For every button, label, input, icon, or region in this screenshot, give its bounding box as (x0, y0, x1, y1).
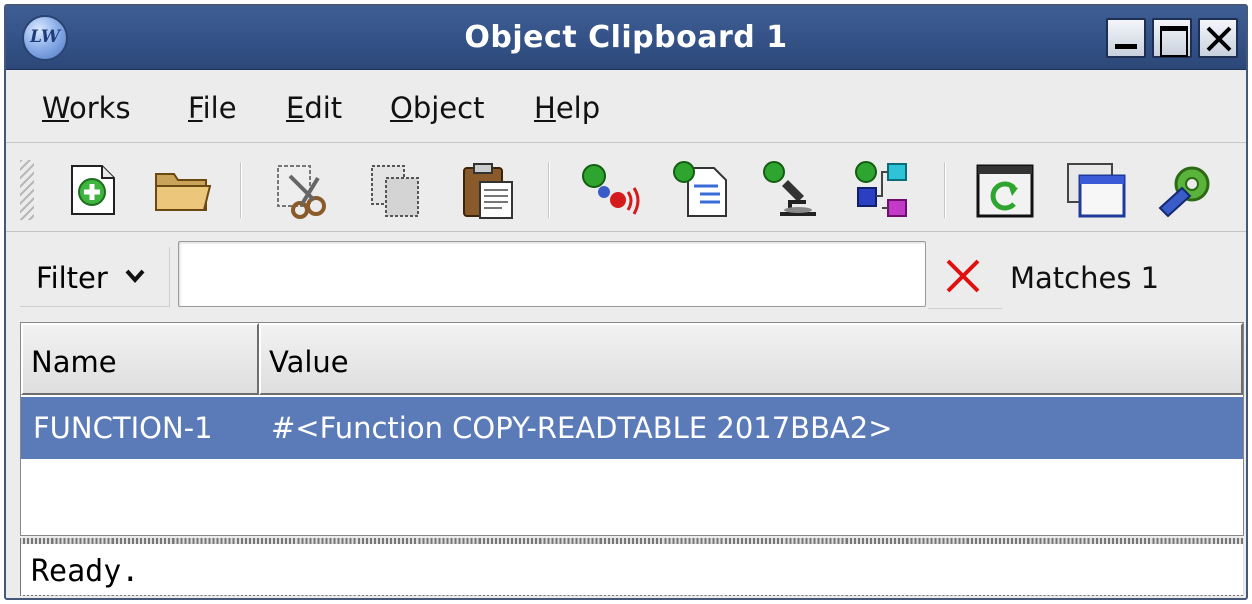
filter-input[interactable] (178, 241, 926, 307)
maximize-button[interactable] (1152, 18, 1192, 58)
inspect-button[interactable] (760, 158, 824, 222)
open-folder-icon (155, 173, 212, 211)
menu-help[interactable]: Help (534, 91, 600, 125)
menu-edit-label: dit (304, 91, 343, 125)
menu-object-label: bject (412, 91, 485, 125)
menu-file[interactable]: File (188, 91, 237, 125)
broadcast-button[interactable] (578, 158, 642, 222)
broadcast-icon (582, 164, 640, 215)
status-text: Ready. (31, 554, 140, 589)
column-header-name[interactable]: Name (21, 323, 259, 395)
cut-button[interactable] (270, 158, 334, 222)
close-icon (1206, 26, 1232, 52)
window-icon (1067, 163, 1126, 218)
toolbar (6, 144, 1246, 232)
filter-dropdown[interactable]: Filter (20, 247, 170, 307)
browse-class-icon (855, 161, 907, 217)
column-header-value[interactable]: Value (259, 323, 1243, 395)
paste-icon (463, 163, 513, 219)
menu-bar: Works File Edit Object Help (6, 71, 1246, 143)
cut-icon (277, 165, 326, 219)
listen-button[interactable] (670, 158, 734, 222)
toolbar-separator (944, 162, 946, 218)
new-button[interactable] (62, 158, 126, 222)
copy-icon (371, 165, 419, 217)
settings-icon (1158, 166, 1210, 218)
row-name-cell: FUNCTION-1 (33, 411, 213, 445)
menu-file-label: ile (202, 91, 237, 125)
menu-edit-mnemonic: E (286, 91, 305, 125)
clear-x-icon (946, 259, 980, 293)
paste-button[interactable] (456, 158, 520, 222)
open-button[interactable] (150, 158, 214, 222)
inspect-icon (763, 161, 816, 216)
clear-filter-button[interactable] (928, 241, 1002, 309)
toolbar-separator (240, 162, 242, 218)
table-row[interactable]: FUNCTION-1 #<Function COPY-READTABLE 201… (21, 397, 1243, 459)
menu-works[interactable]: Works (42, 91, 131, 125)
matches-count: Matches 1 (1010, 261, 1160, 295)
menu-help-mnemonic: H (534, 91, 556, 125)
status-bar: Ready. (20, 538, 1244, 596)
toolbar-grip-handle[interactable] (20, 160, 34, 220)
object-clipboard-window: LW Object Clipboard 1 Works File Edit Ob… (4, 4, 1248, 600)
menu-works-label: orks (68, 91, 131, 125)
column-header-name-label: Name (31, 345, 117, 379)
listen-icon (673, 161, 727, 217)
column-header-value-label: Value (269, 345, 349, 379)
menu-works-mnemonic: W (42, 91, 69, 125)
filter-label: Filter (36, 261, 108, 295)
refresh-button[interactable] (972, 158, 1036, 222)
refresh-icon (976, 164, 1034, 218)
filter-bar: Filter Matches 1 (6, 233, 1246, 317)
window-button[interactable] (1064, 158, 1128, 222)
menu-help-label: elp (555, 91, 601, 125)
settings-button[interactable] (1154, 158, 1218, 222)
row-value-cell: #<Function COPY-READTABLE 2017BBA2> (271, 411, 893, 445)
clipboard-table: Name Value FUNCTION-1 #<Function COPY-RE… (20, 322, 1244, 536)
menu-file-mnemonic: F (188, 91, 203, 125)
menu-object-mnemonic: O (390, 91, 413, 125)
table-header: Name Value (21, 323, 1243, 395)
copy-button[interactable] (364, 158, 428, 222)
minimize-button[interactable] (1106, 18, 1146, 58)
chevron-down-icon (125, 269, 145, 284)
menu-object[interactable]: Object (390, 91, 484, 125)
browse-class-button[interactable] (852, 158, 916, 222)
new-icon (71, 165, 115, 215)
menu-edit[interactable]: Edit (286, 91, 342, 125)
close-window-button[interactable] (1198, 18, 1238, 58)
toolbar-separator (548, 162, 550, 218)
window-title: Object Clipboard 1 (464, 20, 788, 55)
title-bar[interactable]: LW Object Clipboard 1 (6, 6, 1246, 70)
